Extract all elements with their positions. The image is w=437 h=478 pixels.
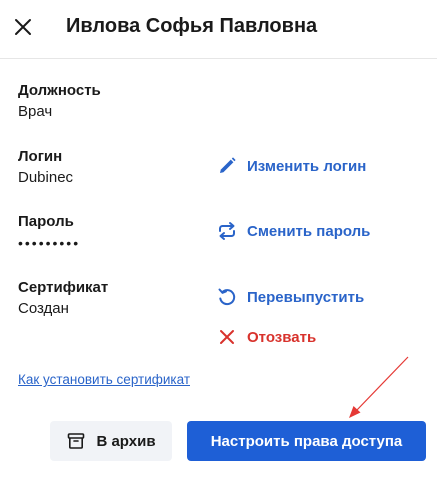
reissue-label: Перевыпустить — [247, 288, 365, 306]
revoke-certificate-button[interactable]: Отозвать — [216, 325, 316, 349]
x-icon — [220, 330, 234, 344]
swap-arrows-icon — [219, 222, 235, 240]
close-button[interactable] — [12, 16, 34, 38]
install-certificate-link[interactable]: Как установить сертификат — [18, 372, 190, 387]
configure-access-button[interactable]: Настроить права доступа — [187, 421, 426, 461]
pencil-icon — [220, 157, 236, 173]
refresh-icon — [218, 288, 236, 306]
close-icon — [15, 19, 31, 35]
page-title: Ивлова Софья Павловна — [66, 15, 318, 37]
change-login-label: Изменить логин — [247, 157, 367, 175]
position-value: Врач — [18, 103, 53, 120]
revoke-label: Отозвать — [247, 328, 317, 346]
change-login-button[interactable]: Изменить логин — [216, 154, 366, 178]
login-label: Логин — [18, 148, 63, 165]
login-value: Dubinec — [18, 169, 74, 186]
archive-box-icon — [68, 433, 85, 449]
archive-label: В архив — [96, 432, 156, 450]
certificate-label: Сертификат — [18, 279, 109, 296]
password-label: Пароль — [18, 213, 74, 230]
certificate-value: Создан — [18, 300, 69, 317]
archive-button[interactable]: В архив — [50, 421, 172, 461]
password-value: ••••••••• — [18, 235, 81, 251]
position-label: Должность — [18, 82, 101, 99]
dialog-header: Ивлова Софья Павловна — [0, 0, 437, 59]
change-password-label: Сменить пароль — [247, 222, 371, 240]
reissue-certificate-button[interactable]: Перевыпустить — [216, 285, 364, 309]
change-password-button[interactable]: Сменить пароль — [216, 219, 370, 243]
